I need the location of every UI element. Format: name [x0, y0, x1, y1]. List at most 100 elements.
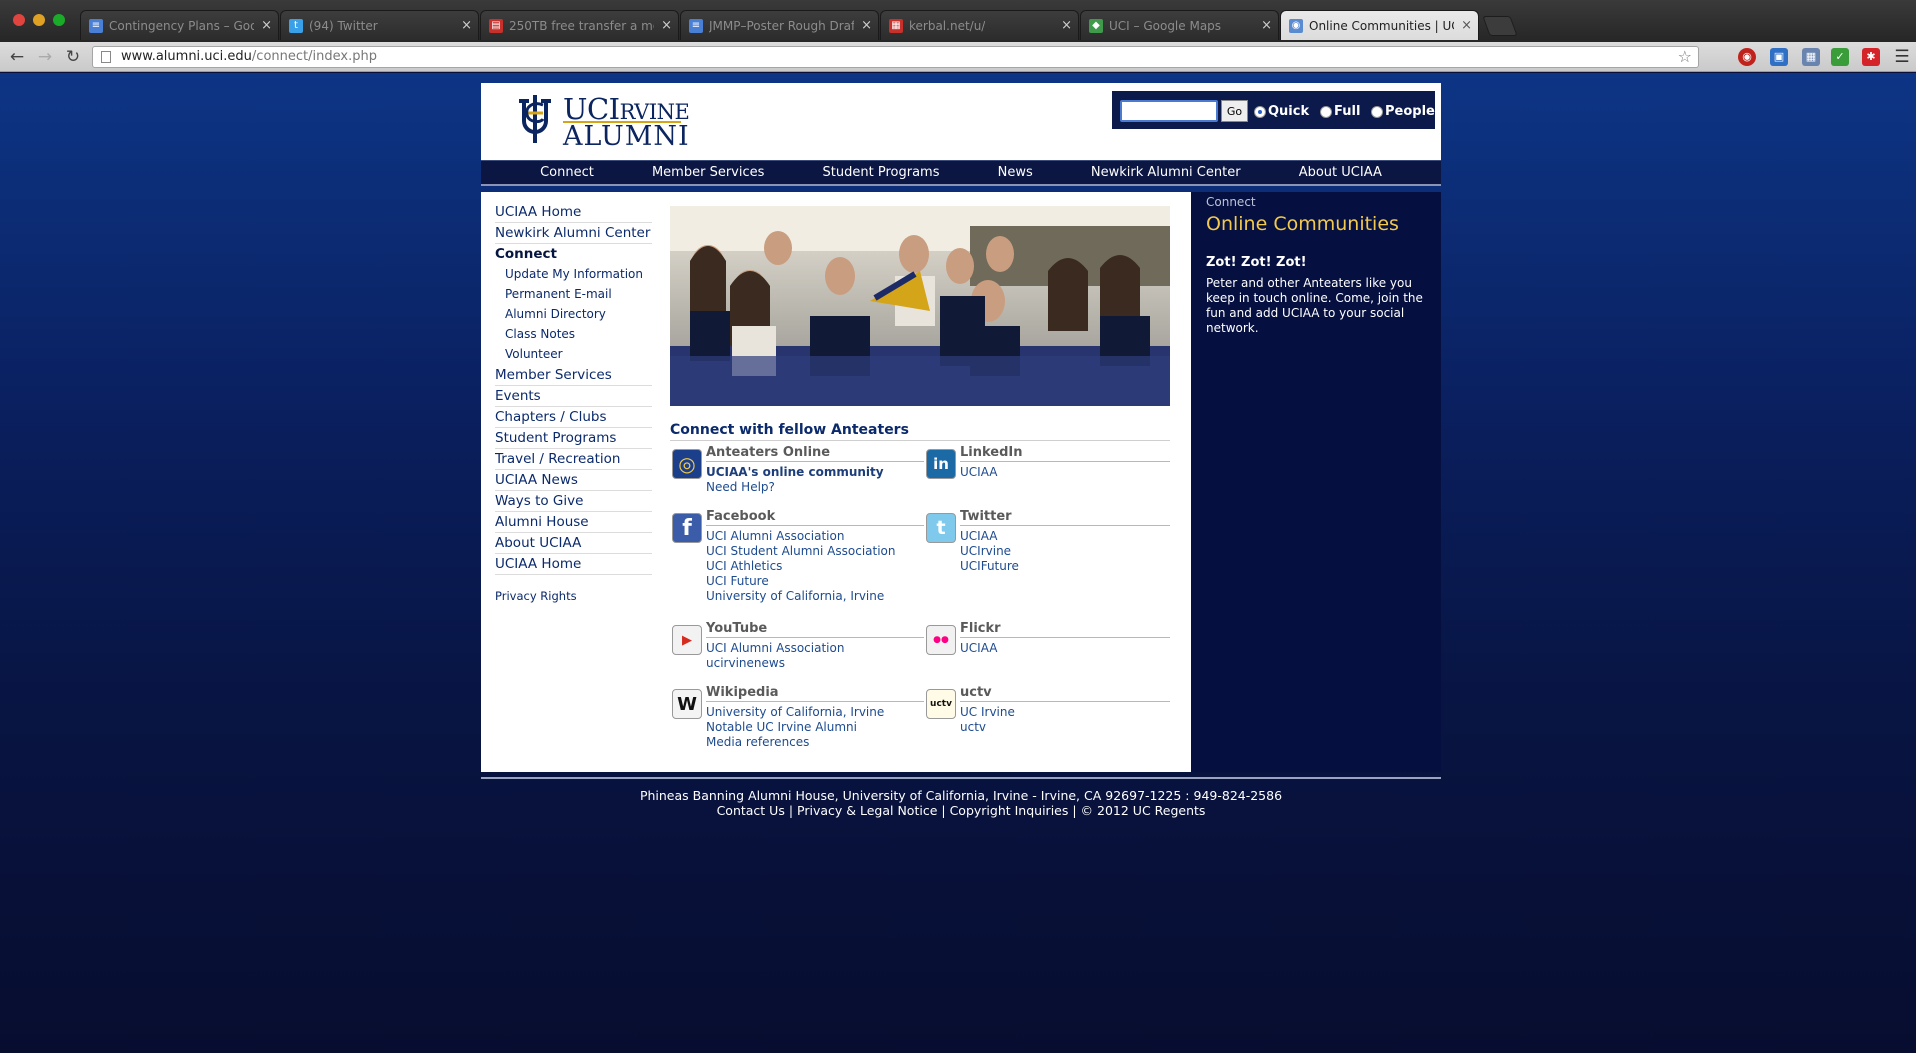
radio-full[interactable]: Full	[1320, 104, 1360, 119]
network-link[interactable]: Need Help?	[706, 480, 924, 495]
sidebar-item[interactable]: Events	[495, 386, 652, 407]
privacy-rights-link[interactable]: Privacy Rights	[495, 589, 652, 603]
search-go-button[interactable]: Go	[1221, 100, 1248, 122]
twitter-icon[interactable]: t	[926, 513, 956, 543]
sidebar-navigation: UCIAA Home Newkirk Alumni Center Connect Up…	[495, 202, 652, 603]
network-link[interactable]: UCIAA's online community	[706, 465, 924, 480]
tab-title: Online Communities | UCI Al	[1309, 18, 1454, 33]
extension-icon[interactable]: ◉	[1738, 48, 1756, 66]
browser-tab[interactable]: ≡ JMMP–Poster Rough Draft – ×	[680, 10, 879, 40]
network-link[interactable]: UCI Athletics	[706, 559, 924, 574]
sidebar-item[interactable]: Newkirk Alumni Center	[495, 223, 652, 244]
flickr-icon[interactable]: ●●	[926, 625, 956, 655]
reload-icon[interactable]: ↻	[62, 46, 84, 68]
new-tab-button[interactable]	[1482, 16, 1518, 36]
menu-icon[interactable]: ☰	[1893, 48, 1911, 66]
network-link[interactable]: UCI Alumni Association	[706, 641, 924, 656]
network-link[interactable]: UCIAA	[960, 641, 1170, 656]
close-tab-icon[interactable]: ×	[1461, 18, 1472, 33]
nav-student-programs[interactable]: Student Programs	[823, 165, 940, 180]
radio-dot[interactable]	[1254, 105, 1266, 118]
network-link[interactable]: UCIAA	[960, 465, 1170, 480]
sidebar-item[interactable]: Chapters / Clubs	[495, 407, 652, 428]
sidebar-subitem[interactable]: Class Notes	[495, 325, 652, 345]
extension-icon[interactable]: ▦	[1802, 48, 1820, 66]
back-icon[interactable]: ←	[6, 46, 28, 68]
footer-contact-link[interactable]: Contact Us	[717, 803, 785, 818]
close-tab-icon[interactable]: ×	[1061, 18, 1072, 33]
sidebar-subitem[interactable]: Permanent E-mail	[495, 285, 652, 305]
browser-tab[interactable]: ▦ kerbal.net/u/ ×	[880, 10, 1079, 40]
network-link[interactable]: UCIrvine	[960, 544, 1170, 559]
network-link[interactable]: Notable UC Irvine Alumni	[706, 720, 924, 735]
facebook-icon[interactable]: f	[672, 513, 702, 543]
sidebar-subitem[interactable]: Alumni Directory	[495, 305, 652, 325]
address-bar[interactable]: www.alumni.uci.edu/connect/index.php ☆	[92, 46, 1699, 68]
sidebar-item-current[interactable]: Connect	[495, 244, 652, 265]
zoom-window-button[interactable]	[53, 14, 65, 26]
network-link[interactable]: ucirvinenews	[706, 656, 924, 671]
sidebar-item[interactable]: Ways to Give	[495, 491, 652, 512]
footer-copyright-text: © 2012 UC Regents	[1080, 803, 1206, 818]
browser-tab[interactable]: ▤ 250TB free transfer a month ×	[480, 10, 679, 40]
checkmark-extension-icon[interactable]: ✓	[1831, 48, 1849, 66]
close-tab-icon[interactable]: ×	[461, 18, 472, 33]
network-link[interactable]: UCI Student Alumni Association	[706, 544, 924, 559]
nav-news[interactable]: News	[998, 165, 1033, 180]
uci-alumni-logo[interactable]: UCIRVINE ALUMNI	[513, 89, 690, 152]
sidebar-item[interactable]: Member Services	[495, 365, 652, 386]
close-tab-icon[interactable]: ×	[1261, 18, 1272, 33]
browser-tab[interactable]: t (94) Twitter ×	[280, 10, 479, 40]
nav-member-services[interactable]: Member Services	[652, 165, 764, 180]
network-link[interactable]: University of California, Irvine	[706, 589, 924, 604]
nav-about-uciaa[interactable]: About UCIAA	[1299, 165, 1382, 180]
network-link[interactable]: UCI Alumni Association	[706, 529, 924, 544]
sidebar-item[interactable]: Student Programs	[495, 428, 652, 449]
uctv-icon[interactable]: uctv	[926, 689, 956, 719]
nav-connect[interactable]: Connect	[540, 165, 594, 180]
extension-icon[interactable]: ✱	[1862, 48, 1880, 66]
radio-quick[interactable]: Quick	[1254, 104, 1309, 119]
footer-copyright-link[interactable]: Copyright Inquiries	[950, 803, 1069, 818]
radio-people[interactable]: People	[1371, 104, 1435, 119]
radio-dot[interactable]	[1320, 105, 1332, 118]
network-link[interactable]: UCIAA	[960, 529, 1170, 544]
network-link[interactable]: University of California, Irvine	[706, 705, 924, 720]
network-link[interactable]: UC Irvine	[960, 705, 1170, 720]
wikipedia-icon[interactable]: W	[672, 689, 702, 719]
close-window-button[interactable]	[13, 14, 25, 26]
browser-tab[interactable]: ◆ UCI – Google Maps ×	[1080, 10, 1279, 40]
uci-seal-icon[interactable]: ◎	[672, 449, 702, 479]
close-tab-icon[interactable]: ×	[261, 18, 272, 33]
sidebar-item[interactable]: About UCIAA	[495, 533, 652, 554]
footer-address: Phineas Banning Alumni House, University…	[639, 788, 1283, 803]
extension-icon[interactable]: ▣	[1770, 48, 1788, 66]
network-link[interactable]: Media references	[706, 735, 924, 750]
sidebar-item[interactable]: Alumni House	[495, 512, 652, 533]
sidebar-item[interactable]: UCIAA News	[495, 470, 652, 491]
browser-tab[interactable]: ≡ Contingency Plans – Google ×	[80, 10, 279, 40]
forward-icon[interactable]: →	[34, 46, 56, 68]
network-link[interactable]: UCI Future	[706, 574, 924, 589]
radio-dot[interactable]	[1371, 105, 1383, 118]
network-link[interactable]: UCIFuture	[960, 559, 1170, 574]
linkedin-icon[interactable]: in	[926, 449, 956, 479]
network-link[interactable]: uctv	[960, 720, 1170, 735]
sidebar-subitem[interactable]: Update My Information	[495, 265, 652, 285]
close-tab-icon[interactable]: ×	[861, 18, 872, 33]
footer-links: Contact Us | Privacy & Legal Notice | Co…	[716, 803, 1206, 818]
youtube-icon[interactable]: ▶	[672, 625, 702, 655]
minimize-window-button[interactable]	[33, 14, 45, 26]
sidebar-item[interactable]: UCIAA Home	[495, 554, 652, 575]
bookmark-star-icon[interactable]: ☆	[1678, 47, 1692, 67]
footer-privacy-link[interactable]: Privacy & Legal Notice	[797, 803, 937, 818]
search-input[interactable]	[1120, 100, 1218, 122]
sidebar-subitem[interactable]: Volunteer	[495, 345, 652, 365]
nav-newkirk-alumni-center[interactable]: Newkirk Alumni Center	[1091, 165, 1241, 180]
browser-tab[interactable]: ◉ Online Communities | UCI Al ×	[1280, 10, 1479, 40]
sidebar-item[interactable]: Travel / Recreation	[495, 449, 652, 470]
close-tab-icon[interactable]: ×	[661, 18, 672, 33]
breadcrumb[interactable]: Connect	[1206, 195, 1426, 209]
sidebar-item[interactable]: UCIAA Home	[495, 202, 652, 223]
logo-text-alumni: ALUMNI	[563, 121, 690, 152]
